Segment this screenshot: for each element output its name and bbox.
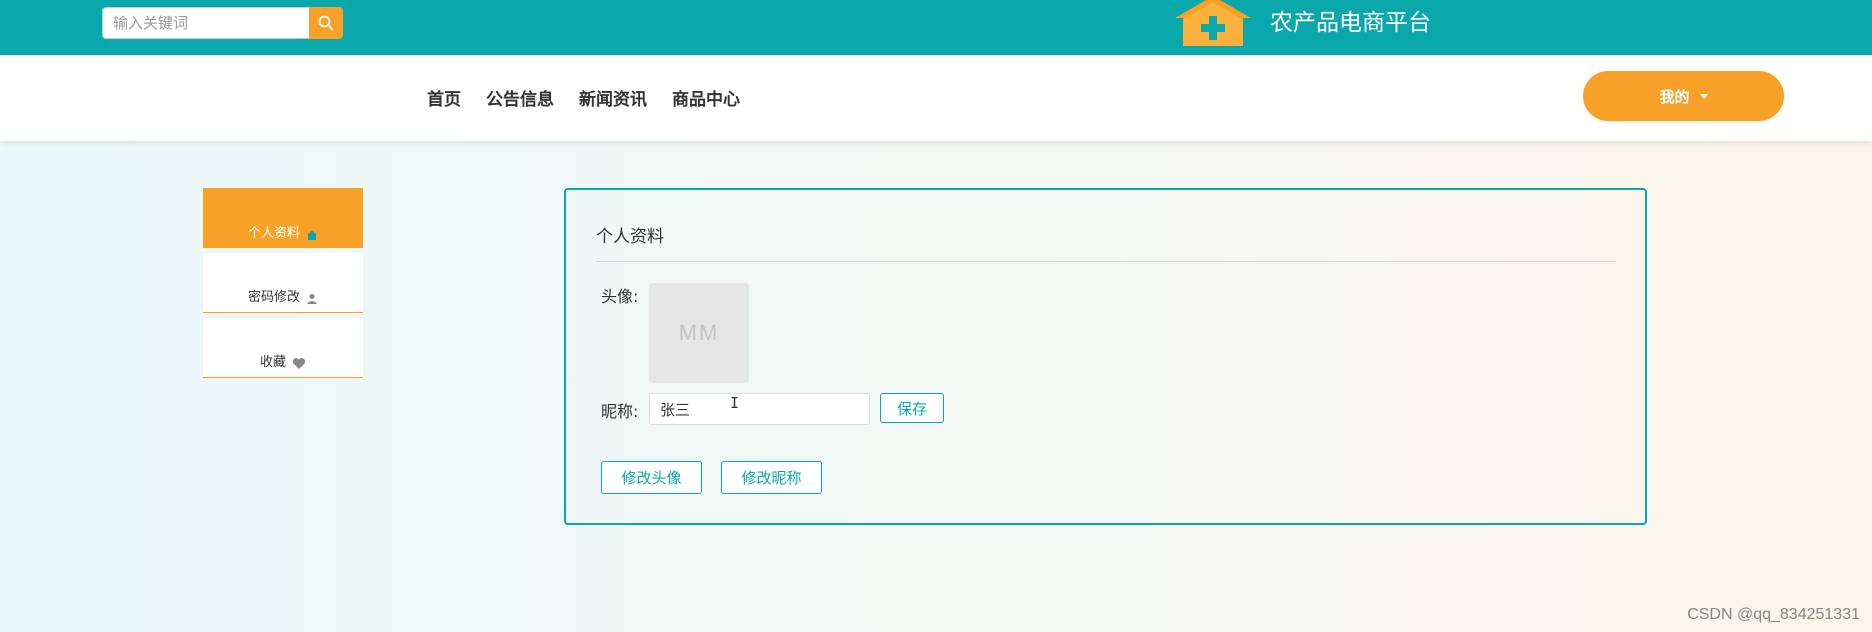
avatar-initials: MM bbox=[678, 320, 720, 345]
sidebar-item-label: 收藏 bbox=[259, 355, 286, 370]
search-bar bbox=[102, 7, 343, 39]
home-icon bbox=[306, 229, 318, 241]
text-cursor-icon: I bbox=[730, 394, 740, 412]
house-plus-logo bbox=[1175, 0, 1251, 46]
nav-item-home[interactable]: 首页 bbox=[427, 85, 461, 110]
heart-icon bbox=[292, 357, 306, 370]
search-button[interactable] bbox=[309, 7, 343, 39]
top-bar: 农产品电商平台 bbox=[0, 0, 1872, 55]
avatar-label: 头像: bbox=[601, 287, 639, 306]
sidebar-item-password[interactable]: 密码修改 bbox=[203, 253, 363, 313]
nav-item-announcements[interactable]: 公告信息 bbox=[486, 85, 554, 110]
sidebar-item-label: 密码修改 bbox=[247, 290, 300, 305]
sidebar-item-profile[interactable]: 个人资料 bbox=[203, 188, 363, 248]
user-menu-button[interactable]: 我的 bbox=[1583, 71, 1784, 121]
watermark: CSDN @qq_834251331 bbox=[1687, 606, 1860, 623]
main-nav: 首页 公告信息 新闻资讯 商品中心 bbox=[427, 85, 740, 110]
panel-title: 个人资料 bbox=[596, 227, 664, 247]
divider bbox=[596, 261, 1616, 262]
nickname-input[interactable] bbox=[649, 393, 870, 425]
user-menu-label: 我的 bbox=[1659, 87, 1690, 106]
change-nickname-button[interactable]: 修改昵称 bbox=[721, 461, 822, 494]
save-nickname-button[interactable]: 保存 bbox=[880, 393, 944, 423]
sidebar-item-label: 个人资料 bbox=[247, 226, 300, 241]
nav-item-products[interactable]: 商品中心 bbox=[672, 85, 740, 110]
sidebar-item-favorites[interactable]: 收藏 bbox=[203, 318, 363, 378]
user-icon bbox=[306, 293, 318, 305]
caret-down-icon bbox=[1699, 93, 1708, 99]
nav-bar: 首页 公告信息 新闻资讯 商品中心 我的 bbox=[0, 55, 1872, 141]
profile-sidebar: 个人资料 密码修改 收藏 bbox=[203, 188, 363, 383]
change-avatar-button[interactable]: 修改头像 bbox=[601, 461, 702, 494]
search-icon bbox=[318, 15, 334, 31]
site-title: 农产品电商平台 bbox=[1270, 10, 1431, 36]
profile-panel: 个人资料 头像: MM 昵称: I 保存 修改头像 修改昵称 bbox=[564, 188, 1647, 525]
nav-item-news[interactable]: 新闻资讯 bbox=[579, 85, 647, 110]
avatar: MM bbox=[649, 283, 749, 383]
search-input[interactable] bbox=[102, 7, 309, 39]
nickname-label: 昵称: bbox=[601, 402, 639, 421]
